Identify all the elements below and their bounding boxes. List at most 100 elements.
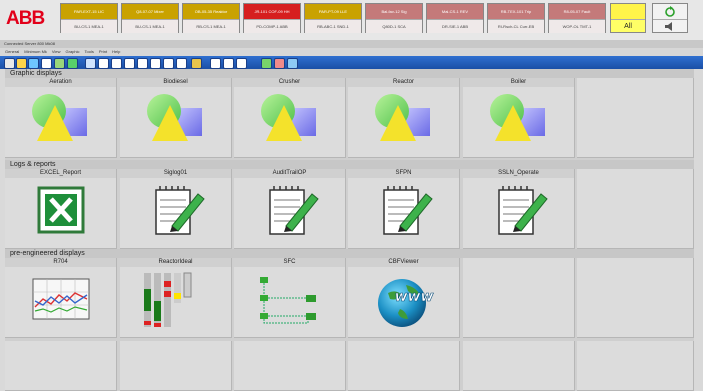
display-tile[interactable]: AuditTrailOP <box>234 169 346 249</box>
toolbar-button-icon[interactable] <box>67 58 78 69</box>
toolbar-button-icon[interactable] <box>4 58 15 69</box>
alarm-item[interactable]: OB-05-35 Reaktor RB-CS-1 MEA-1 <box>182 3 240 33</box>
alarm-object: Mal-CS-1 REV <box>427 4 483 19</box>
tile-label: R704 <box>5 258 116 267</box>
toolbar-button-icon[interactable] <box>236 58 247 69</box>
display-tile[interactable]: EXCEL_Report <box>5 169 117 249</box>
tile-label: Crusher <box>234 78 345 87</box>
alarm-item[interactable]: PAR-EXT-15 LIC BU-CS-1 MEA-1 <box>60 3 118 33</box>
toolbar-button-icon[interactable] <box>210 58 221 69</box>
display-tile[interactable]: R704 <box>5 258 117 338</box>
alarm-object: JR-101 COF-09 HH <box>244 4 300 19</box>
shapes-icon[interactable] <box>370 91 438 149</box>
toolbar-button-icon[interactable] <box>287 58 298 69</box>
toolbar-button-icon[interactable] <box>16 58 27 69</box>
alarm-object: Bal-fav-12 Sig <box>366 4 422 19</box>
display-tile[interactable]: Aeration <box>5 78 117 158</box>
empty-tile <box>577 341 694 391</box>
toolbar <box>0 56 703 69</box>
alarm-object: R8-05-07 Fault <box>549 4 605 19</box>
shapes-icon[interactable] <box>485 91 553 149</box>
notepad-icon[interactable] <box>142 182 210 240</box>
menu-bar: General Minimum Mk View Graphic Tools Print He… <box>0 48 703 56</box>
toolbar-button-icon[interactable] <box>163 58 174 69</box>
shapes-icon[interactable] <box>142 91 210 149</box>
toolbar-button-icon[interactable] <box>28 58 39 69</box>
empty-tile <box>577 258 694 338</box>
empty-tile <box>5 341 117 391</box>
tile-label: Biodiesel <box>120 78 231 87</box>
svg-text:www: www <box>395 289 434 305</box>
alarm-item[interactable]: Mal-CS-1 REV DR-SIE-1 ABB <box>426 3 484 33</box>
toolbar-button-icon[interactable] <box>150 58 161 69</box>
toolbar-button-icon[interactable] <box>85 58 96 69</box>
window-title: Connected Server 800 Mk08 <box>4 41 55 46</box>
trend-chart-icon[interactable] <box>27 271 95 329</box>
alarm-description: RB-ABC-1 SND-1 <box>305 19 361 33</box>
display-tile[interactable]: SFC <box>234 258 346 338</box>
alarm-item[interactable]: R8-05-07 Fault WOP-OL TMT-1 <box>548 3 606 33</box>
tile-label: SFC <box>234 258 345 267</box>
menu-item-general[interactable]: General <box>5 49 19 54</box>
alarm-description: Q80D-1 SCA <box>366 19 422 33</box>
section-header: Graphic displays <box>5 69 694 78</box>
toolbar-button-icon[interactable] <box>274 58 285 69</box>
display-tile[interactable]: Siglog01 <box>120 169 232 249</box>
refresh-box[interactable] <box>652 3 688 33</box>
toolbar-button-icon[interactable] <box>98 58 109 69</box>
menu-item-minimum-mk[interactable]: Minimum Mk <box>24 49 47 54</box>
ack-label: All <box>611 19 645 33</box>
alarm-item[interactable]: Q8-07-07 Mixer BU-CS-1 MEA-1 <box>121 3 179 33</box>
display-tile[interactable]: Biodiesel <box>120 78 232 158</box>
refresh-icon[interactable] <box>653 4 687 19</box>
silence-icon[interactable] <box>653 19 687 33</box>
display-tile[interactable]: CBFViewer www <box>348 258 460 338</box>
alarm-item[interactable]: Bal-fav-12 Sig Q80D-1 SCA <box>365 3 423 33</box>
menu-item-print[interactable]: Print <box>99 49 107 54</box>
tile-label: Aeration <box>5 78 116 87</box>
alarm-item[interactable]: RB-TEX-101 Trip RI-Rsch-CL Curr-EB <box>487 3 545 33</box>
display-tile[interactable]: ReactorIdeal <box>120 258 232 338</box>
alarm-item[interactable]: PAR-PT-09 LLE RB-ABC-1 SND-1 <box>304 3 362 33</box>
empty-tile <box>120 341 232 391</box>
notepad-icon[interactable] <box>256 182 324 240</box>
abb-logo: ABB <box>6 8 45 29</box>
alarm-object: Q8-07-07 Mixer <box>122 4 178 19</box>
tile-label: AuditTrailOP <box>234 169 345 178</box>
display-tile[interactable]: SFPN <box>348 169 460 249</box>
section-header: Logs & reports <box>5 160 694 169</box>
ack-box[interactable]: All <box>610 3 646 33</box>
display-tile[interactable]: SSLN_Operate <box>463 169 575 249</box>
display-tile[interactable]: Reactor <box>348 78 460 158</box>
menu-item-view[interactable]: View <box>52 49 61 54</box>
display-tile[interactable]: Crusher <box>234 78 346 158</box>
menu-item-help[interactable]: Help <box>112 49 120 54</box>
shapes-icon[interactable] <box>256 91 324 149</box>
alarm-item[interactable]: JR-101 COF-09 HH PD-COMP-1 ABB <box>243 3 301 33</box>
notepad-icon[interactable] <box>485 182 553 240</box>
toolbar-button-icon[interactable] <box>191 58 202 69</box>
toolbar-button-icon[interactable] <box>137 58 148 69</box>
menu-item-tools[interactable]: Tools <box>85 49 94 54</box>
display-tile[interactable]: Boiler <box>463 78 575 158</box>
shapes-icon[interactable] <box>27 91 95 149</box>
tile-label: SFPN <box>348 169 459 178</box>
toolbar-button-icon[interactable] <box>54 58 65 69</box>
toolbar-button-icon[interactable] <box>223 58 234 69</box>
toolbar-button-icon[interactable] <box>261 58 272 69</box>
alarm-object: OB-05-35 Reaktor <box>183 4 239 19</box>
notepad-icon[interactable] <box>370 182 438 240</box>
toolbar-button-icon[interactable] <box>176 58 187 69</box>
menu-item-graphic[interactable]: Graphic <box>66 49 80 54</box>
toolbar-button-icon[interactable] <box>124 58 135 69</box>
alarm-object: RB-TEX-101 Trip <box>488 4 544 19</box>
empty-tile <box>463 258 575 338</box>
toolbar-button-icon[interactable] <box>111 58 122 69</box>
bargraph-icon[interactable] <box>142 271 210 329</box>
www-globe-icon[interactable]: www <box>370 271 438 329</box>
alarm-description: RI-Rsch-CL Curr-EB <box>488 19 544 33</box>
excel-icon[interactable] <box>27 182 95 240</box>
empty-tile <box>577 78 694 158</box>
sfc-diagram-icon[interactable] <box>256 271 324 329</box>
toolbar-button-icon[interactable] <box>41 58 52 69</box>
